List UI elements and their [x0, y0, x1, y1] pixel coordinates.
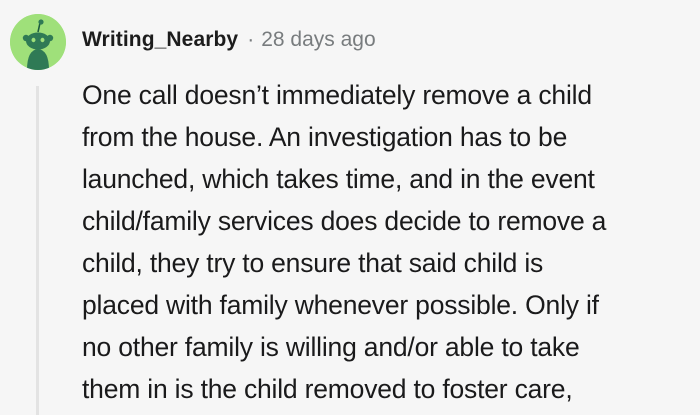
username-link[interactable]: Writing_Nearby	[82, 28, 238, 52]
comment-body-line: child, they try to ensure that said chil…	[82, 248, 544, 278]
comment-body-line: from the house. An investigation has to …	[82, 122, 568, 152]
meta-separator: ·	[247, 28, 255, 51]
comment-header: Writing_Nearby · 28 days ago	[82, 24, 376, 56]
comment-body-line: One call doesn’t immediately remove a ch…	[82, 80, 592, 110]
reddit-snoo-avatar-icon	[10, 14, 66, 70]
comment-body-line: placed with family whenever possible. On…	[82, 290, 599, 320]
comment-body-line: launched, which takes time, and in the e…	[82, 164, 595, 194]
comment-timestamp[interactable]: 28 days ago	[261, 28, 375, 52]
comment-body: One call doesn’t immediately remove a ch…	[82, 74, 694, 410]
comment-body-line: them in is the child removed to foster c…	[82, 374, 573, 404]
comment-body-line: child/family services does decide to rem…	[82, 206, 607, 236]
comment-card: Writing_Nearby · 28 days ago One call do…	[0, 0, 700, 415]
user-avatar[interactable]	[10, 14, 66, 70]
comment-body-line: no other family is willing and/or able t…	[82, 332, 580, 362]
thread-collapse-line[interactable]	[36, 86, 39, 415]
